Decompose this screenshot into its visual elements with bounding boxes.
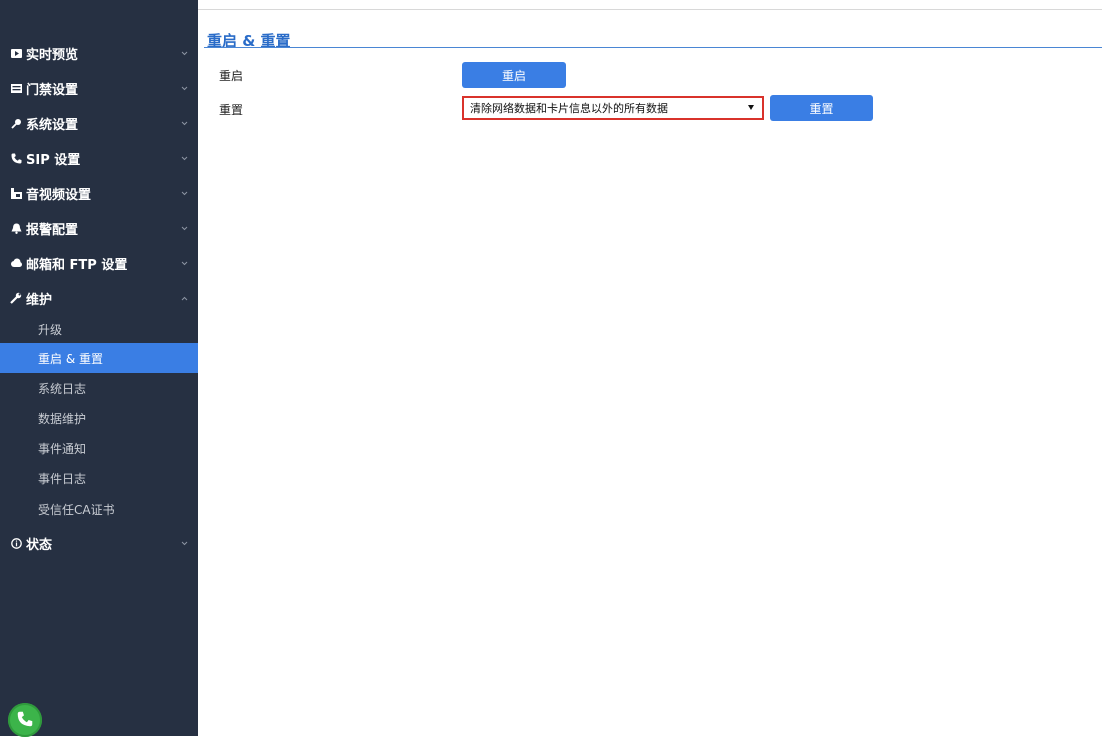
nav-audio-video-settings-label: 音视频设置 xyxy=(26,187,92,203)
chevron-down-icon xyxy=(180,539,188,547)
nav-access-control[interactable]: 门禁设置 xyxy=(0,71,198,105)
nav-maintenance-label: 维护 xyxy=(26,292,53,308)
phone-call-icon xyxy=(17,711,33,730)
wrench-icon xyxy=(10,292,22,304)
sidebar-item-trusted-ca[interactable]: 受信任CA证书 xyxy=(0,494,198,524)
nav-audio-video-settings[interactable]: 音视频设置 xyxy=(0,176,198,210)
sidebar-item-event-log[interactable]: 事件日志 xyxy=(0,463,198,493)
nav-system-settings[interactable]: 系统设置 xyxy=(0,106,198,140)
key-icon xyxy=(10,117,22,129)
cloud-icon xyxy=(10,257,22,269)
reboot-button[interactable]: 重启 xyxy=(462,62,566,88)
sidebar-item-system-log[interactable]: 系统日志 xyxy=(0,373,198,403)
sidebar: 实时预览 门禁设置 系统设置 SIP 设置 音视频设置 报警配置 邮箱和 FTP… xyxy=(0,0,198,737)
reboot-label: 重启 xyxy=(219,69,244,83)
sidebar-item-reboot-reset[interactable]: 重启 & 重置 xyxy=(0,343,198,373)
nav-live-view-label: 实时预览 xyxy=(26,47,79,63)
chevron-down-icon xyxy=(180,259,188,267)
sidebar-item-label: 事件通知 xyxy=(38,441,87,456)
sidebar-item-data-maintenance[interactable]: 数据维护 xyxy=(0,403,198,433)
reset-button[interactable]: 重置 xyxy=(770,95,873,121)
phone-call-button[interactable] xyxy=(8,703,42,737)
nav-email-ftp-settings-label: 邮箱和 FTP 设置 xyxy=(26,257,128,273)
chevron-down-icon xyxy=(180,84,188,92)
nav-system-settings-label: 系统设置 xyxy=(26,117,79,133)
reset-option-value: 清除网络数据和卡片信息以外的所有数据 xyxy=(470,102,668,115)
sidebar-item-label: 重启 & 重置 xyxy=(38,351,103,366)
sidebar-item-upgrade[interactable]: 升级 xyxy=(0,314,198,344)
phone-icon xyxy=(10,152,22,164)
top-divider xyxy=(198,9,1102,10)
media-icon xyxy=(10,187,22,199)
nav-live-view[interactable]: 实时预览 xyxy=(0,36,198,70)
chevron-up-icon xyxy=(180,294,188,302)
sidebar-item-label: 事件日志 xyxy=(38,471,87,486)
door-icon xyxy=(10,82,22,94)
chevron-down-icon xyxy=(180,119,188,127)
nav-maintenance[interactable]: 维护 xyxy=(0,281,198,315)
chevron-down-icon xyxy=(180,224,188,232)
nav-alarm-settings-label: 报警配置 xyxy=(26,222,79,238)
sidebar-item-event-notification[interactable]: 事件通知 xyxy=(0,433,198,463)
dropdown-arrow-icon xyxy=(748,105,754,110)
nav-status-label: 状态 xyxy=(26,537,53,553)
title-underline xyxy=(204,47,1102,48)
nav-email-ftp-settings[interactable]: 邮箱和 FTP 设置 xyxy=(0,246,198,280)
chevron-down-icon xyxy=(180,49,188,57)
reset-label: 重置 xyxy=(219,103,244,117)
monitor-icon xyxy=(10,47,22,59)
nav-status[interactable]: 状态 xyxy=(0,526,198,560)
chevron-down-icon xyxy=(180,189,188,197)
sidebar-item-label: 系统日志 xyxy=(38,381,87,396)
reset-option-select[interactable]: 清除网络数据和卡片信息以外的所有数据 xyxy=(462,96,764,120)
nav-sip-settings-label: SIP 设置 xyxy=(26,152,81,168)
sidebar-item-label: 升级 xyxy=(38,322,63,337)
nav-sip-settings[interactable]: SIP 设置 xyxy=(0,141,198,175)
sidebar-item-label: 受信任CA证书 xyxy=(38,502,115,517)
bell-icon xyxy=(10,222,22,234)
sidebar-item-label: 数据维护 xyxy=(38,411,87,426)
info-icon xyxy=(10,537,22,549)
chevron-down-icon xyxy=(180,154,188,162)
nav-access-control-label: 门禁设置 xyxy=(26,82,79,98)
nav-alarm-settings[interactable]: 报警配置 xyxy=(0,211,198,245)
